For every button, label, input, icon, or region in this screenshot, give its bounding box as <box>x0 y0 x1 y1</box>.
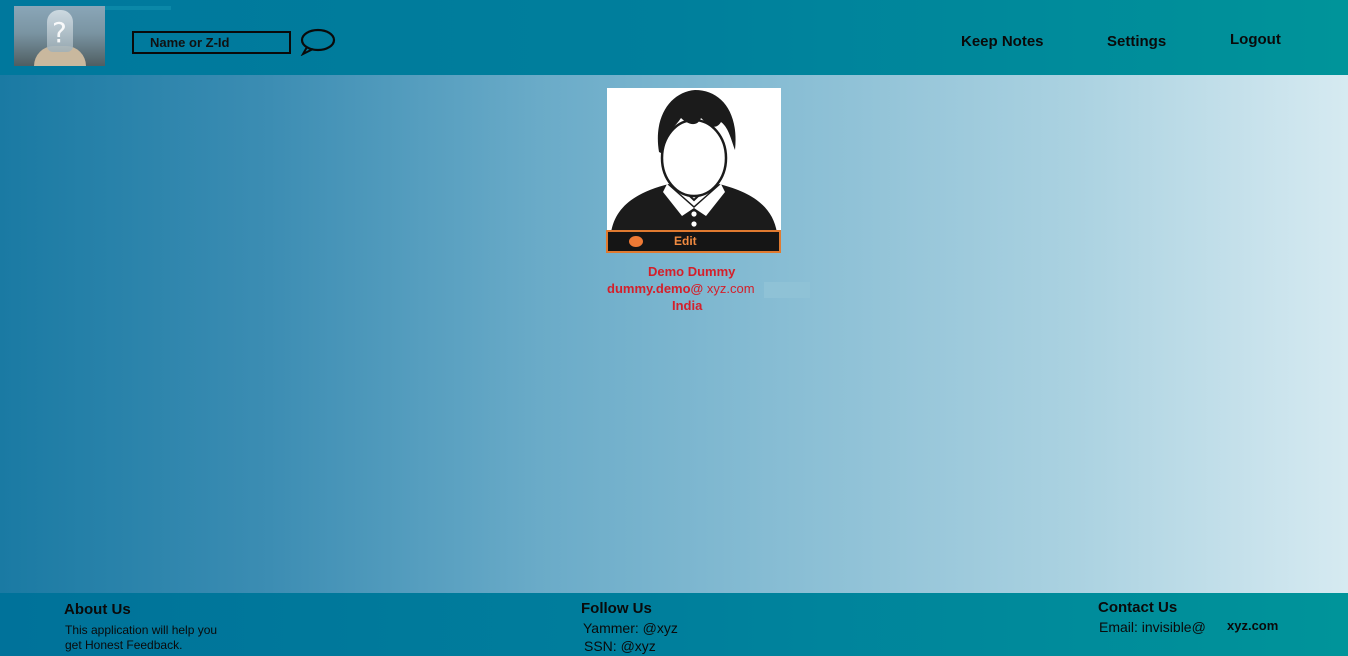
profile-country: India <box>672 298 703 313</box>
profile-name: Demo Dummy <box>648 264 736 279</box>
about-line-1: This application will help you <box>65 623 218 637</box>
contact-email-domain[interactable]: xyz.com <box>1227 618 1278 633</box>
nav-logout[interactable]: Logout <box>1230 31 1281 48</box>
profile-email: dummy.demo@ xyz.com <box>607 281 755 296</box>
top-header: ? Keep Notes Settings Logout <box>0 0 1348 75</box>
search-box[interactable] <box>132 31 291 54</box>
question-mark-icon: ? <box>52 16 67 49</box>
nav-settings[interactable]: Settings <box>1107 33 1166 50</box>
edit-profile-button[interactable]: Edit <box>606 230 781 253</box>
email-domain: xyz.com <box>703 281 755 296</box>
chat-bubble-icon[interactable] <box>299 28 337 56</box>
avatar-silhouette-icon <box>607 88 781 252</box>
profile-avatar <box>607 88 781 252</box>
footer: About Us This application will help you … <box>0 593 1348 656</box>
about-us-text: This application will help you get Hones… <box>65 623 245 653</box>
email-user: dummy.demo@ <box>607 281 704 296</box>
search-input[interactable] <box>134 33 289 52</box>
follow-us-title: Follow Us <box>581 600 652 617</box>
edit-label: Edit <box>674 234 697 248</box>
header-accent-line <box>105 6 171 10</box>
follow-yammer-link[interactable]: Yammer: @xyz <box>583 620 678 636</box>
email-highlight <box>764 282 810 298</box>
contact-us-title: Contact Us <box>1098 599 1178 616</box>
page: ? Keep Notes Settings Logout <box>0 0 1348 656</box>
follow-ssn-link[interactable]: SSN: @xyz <box>584 638 656 654</box>
edit-dot-icon <box>629 236 643 247</box>
app-logo[interactable]: ? <box>14 6 105 66</box>
about-line-2: get Honest Feedback. <box>65 638 183 652</box>
nav-keep-notes[interactable]: Keep Notes <box>961 33 1044 50</box>
about-us-title: About Us <box>64 601 131 618</box>
contact-email-prefix: Email: invisible@ <box>1099 619 1206 635</box>
